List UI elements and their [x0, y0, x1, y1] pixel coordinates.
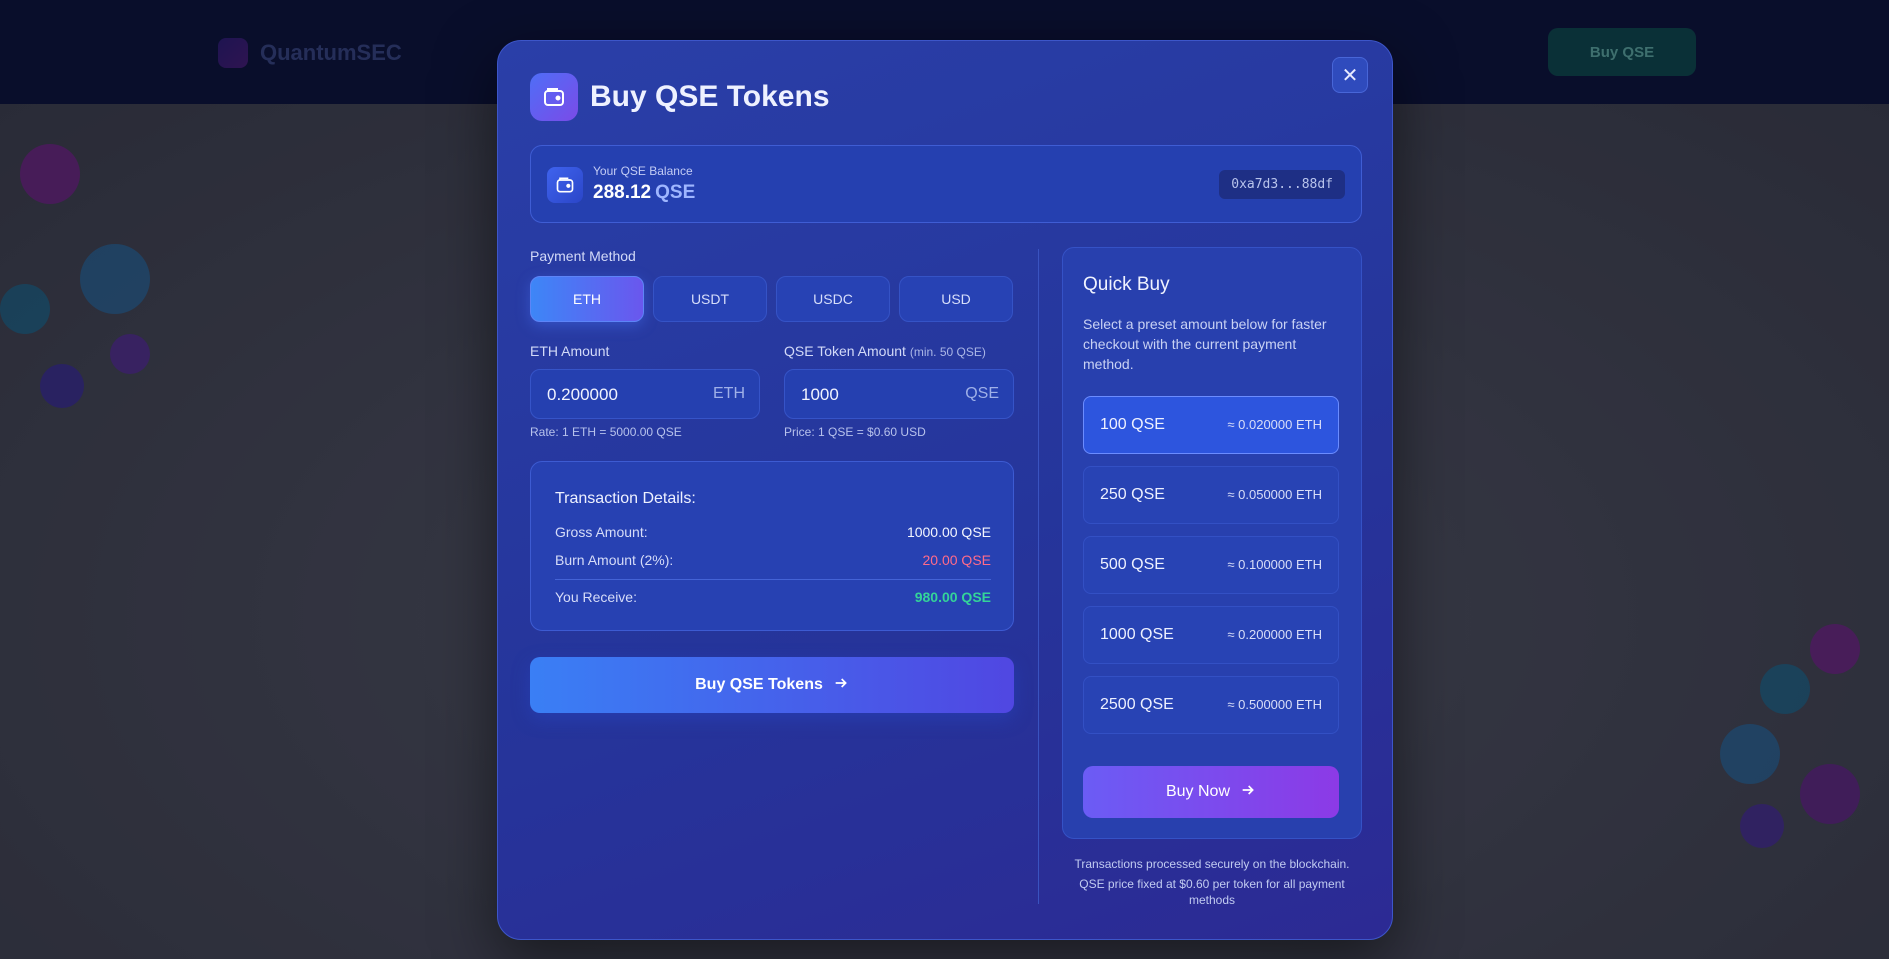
- preset-qse-amount: 1000 QSE: [1100, 626, 1174, 643]
- divider: [555, 579, 991, 580]
- qse-min-note: (min. 50 QSE): [909, 345, 986, 359]
- buy-now-label: Buy Now: [1165, 783, 1231, 800]
- payment-method-label: Payment Method: [530, 248, 636, 264]
- qse-price-hint: Price: 1 QSE = $0.60 USD: [784, 425, 926, 439]
- preset-qse-amount: 500 QSE: [1100, 556, 1165, 573]
- preset-250-qse[interactable]: 250 QSE ≈ 0.050000 ETH: [1083, 466, 1339, 524]
- balance-value: 288.12 QSE: [593, 182, 695, 204]
- wallet-address[interactable]: 0xa7d3...88df: [1219, 170, 1345, 199]
- preset-1000-qse[interactable]: 1000 QSE ≈ 0.200000 ETH: [1083, 606, 1339, 664]
- preset-eth-amount: ≈ 0.500000 ETH: [1227, 697, 1322, 712]
- arrow-right-icon: [833, 675, 849, 696]
- qse-amount-value: 1000: [801, 385, 839, 404]
- preset-2500-qse[interactable]: 2500 QSE ≈ 0.500000 ETH: [1083, 676, 1339, 734]
- receive-amount-row: You Receive: 980.00 QSE: [555, 589, 991, 605]
- modal-header: Buy QSE Tokens: [530, 73, 830, 121]
- burn-amount-value: 20.00 QSE: [922, 552, 992, 568]
- column-divider: [1038, 249, 1039, 904]
- balance-unit: QSE: [655, 182, 696, 203]
- receive-amount-label: You Receive:: [555, 589, 637, 605]
- balance-label: Your QSE Balance: [593, 164, 693, 178]
- wallet-icon: [530, 73, 578, 121]
- eth-amount-input[interactable]: 0.200000 ETH: [530, 369, 760, 419]
- qse-amount-label: QSE Token Amount (min. 50 QSE): [784, 343, 986, 359]
- eth-amount-unit: ETH: [713, 385, 745, 402]
- eth-amount-label: ETH Amount: [530, 343, 610, 359]
- payment-usdt-button[interactable]: USDT: [653, 276, 767, 322]
- gross-amount-value: 1000.00 QSE: [906, 524, 991, 540]
- buy-now-button[interactable]: Buy Now: [1083, 766, 1339, 818]
- buy-button-label: Buy QSE Tokens: [695, 676, 823, 693]
- qse-amount-label-text: QSE Token Amount: [784, 343, 906, 359]
- footnote-price: QSE price fixed at $0.60 per token for a…: [1079, 877, 1345, 907]
- buy-qse-tokens-button[interactable]: Buy QSE Tokens: [530, 657, 1014, 713]
- payment-usdc-button[interactable]: USDC: [776, 276, 890, 322]
- preset-eth-amount: ≈ 0.050000 ETH: [1227, 487, 1322, 502]
- transaction-title: Transaction Details:: [555, 490, 696, 507]
- quick-buy-title: Quick Buy: [1083, 274, 1170, 295]
- buy-tokens-modal: ✕ Buy QSE Tokens Your QSE Balance 288.12…: [497, 40, 1393, 940]
- arrow-right-icon: [1240, 782, 1256, 803]
- preset-eth-amount: ≈ 0.020000 ETH: [1227, 417, 1322, 432]
- eth-rate-hint: Rate: 1 ETH = 5000.00 QSE: [530, 425, 682, 439]
- preset-100-qse[interactable]: 100 QSE ≈ 0.020000 ETH: [1083, 396, 1339, 454]
- balance-card: Your QSE Balance 288.12 QSE 0xa7d3...88df: [530, 145, 1362, 223]
- gross-amount-label: Gross Amount:: [555, 524, 648, 540]
- gross-amount-row: Gross Amount: 1000.00 QSE: [555, 524, 991, 540]
- burn-amount-label: Burn Amount (2%):: [555, 552, 674, 568]
- close-icon: ✕: [1341, 64, 1359, 87]
- payment-usd-button[interactable]: USD: [899, 276, 1013, 322]
- eth-amount-value: 0.200000: [547, 385, 618, 404]
- wallet-icon: [547, 167, 583, 203]
- transaction-details-card: Transaction Details: Gross Amount: 1000.…: [530, 461, 1014, 631]
- preset-eth-amount: ≈ 0.100000 ETH: [1227, 557, 1322, 572]
- quick-buy-panel: Quick Buy Select a preset amount below f…: [1062, 247, 1362, 839]
- payment-eth-button[interactable]: ETH: [530, 276, 644, 322]
- receive-amount-value: 980.00 QSE: [914, 589, 991, 605]
- preset-qse-amount: 100 QSE: [1100, 416, 1165, 433]
- qse-amount-unit: QSE: [965, 385, 999, 402]
- preset-eth-amount: ≈ 0.200000 ETH: [1227, 627, 1322, 642]
- close-button[interactable]: ✕: [1332, 57, 1368, 93]
- modal-title: Buy QSE Tokens: [590, 80, 830, 113]
- footnote-security: Transactions processed securely on the b…: [1074, 857, 1350, 871]
- preset-qse-amount: 2500 QSE: [1100, 696, 1174, 713]
- preset-qse-amount: 250 QSE: [1100, 486, 1165, 503]
- preset-500-qse[interactable]: 500 QSE ≈ 0.100000 ETH: [1083, 536, 1339, 594]
- burn-amount-row: Burn Amount (2%): 20.00 QSE: [555, 552, 991, 568]
- balance-amount: 288.12: [593, 182, 652, 203]
- qse-amount-input[interactable]: 1000 QSE: [784, 369, 1014, 419]
- quick-buy-description: Select a preset amount below for faster …: [1083, 316, 1327, 372]
